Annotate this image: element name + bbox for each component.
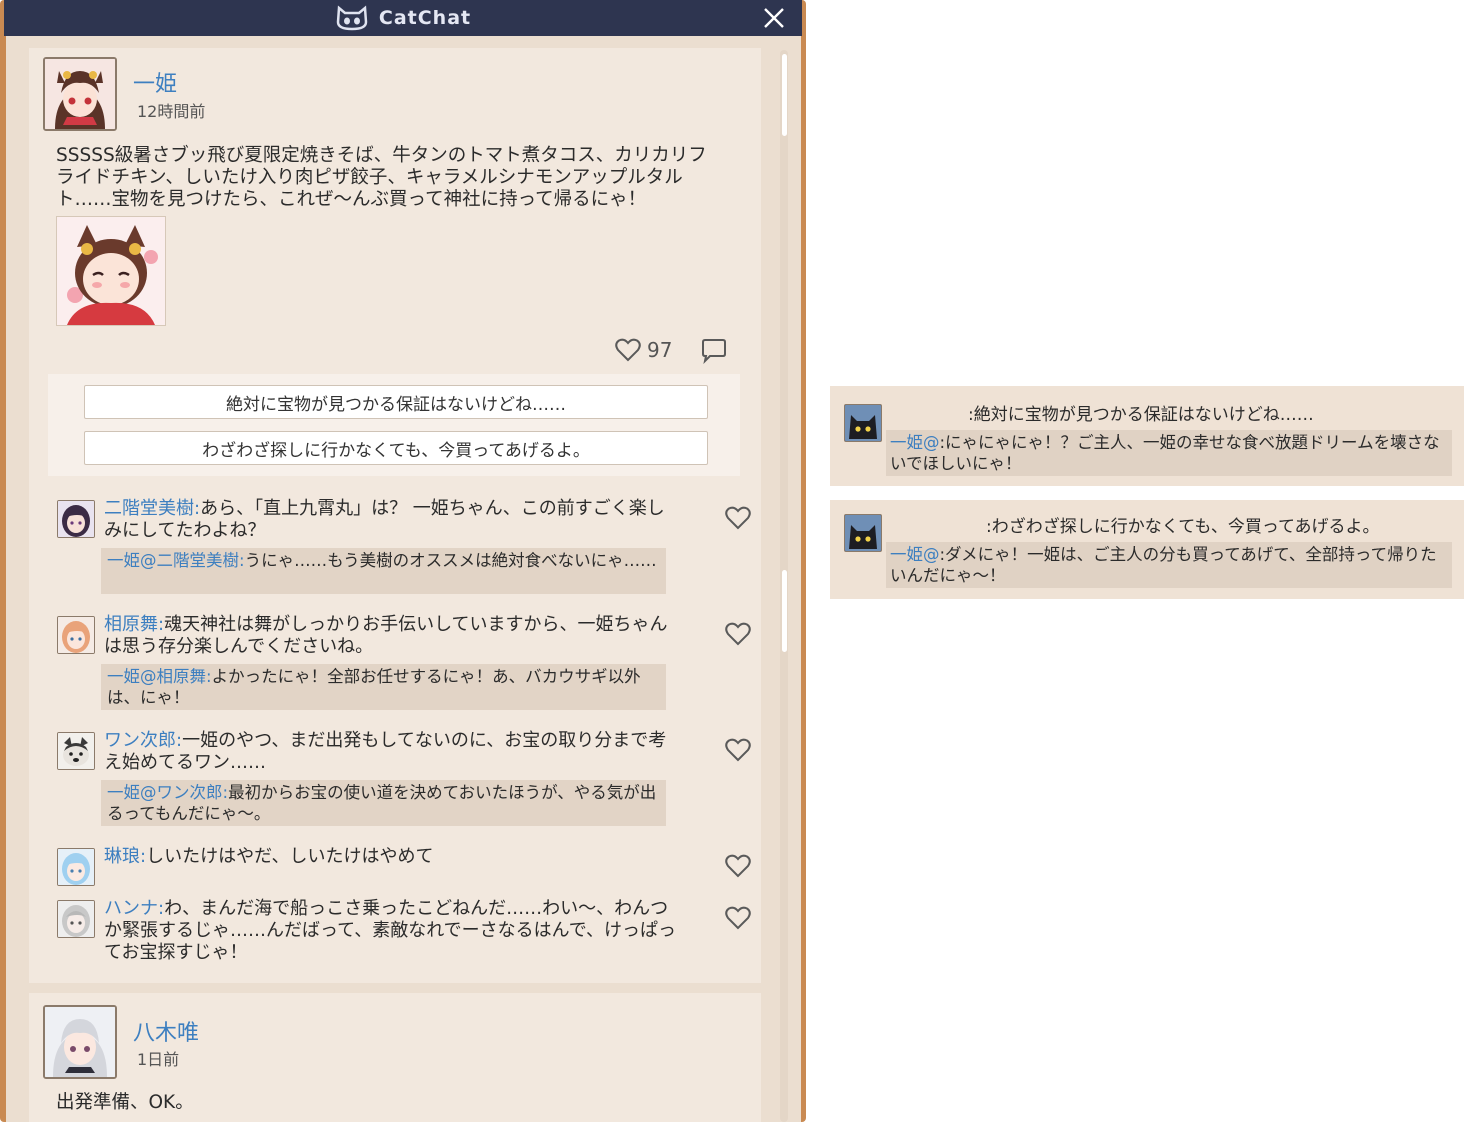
close-icon[interactable] [762, 6, 786, 30]
ichihime-avatar-icon [45, 59, 115, 129]
commenter-name[interactable]: 二階堂美樹: [104, 498, 200, 519]
comment-heart-icon[interactable] [725, 506, 751, 530]
linlang-avatar-icon [58, 849, 94, 885]
hanna-avatar-icon [58, 901, 94, 937]
heart-icon [615, 338, 641, 362]
comment-body: しいたけはやだ、しいたけはやめて [146, 846, 434, 867]
reply-name[interactable]: 一姫@二階堂美樹: [107, 551, 245, 570]
commenter-avatar[interactable] [57, 500, 95, 538]
comment-item: ワン次郎:一姫のやつ、まだ出発もしてないのに、お宝の取り分まで考え始めてるワン…… [57, 730, 751, 830]
commenter-avatar[interactable] [57, 900, 95, 938]
post-body: SSSSS級暑さブッ飛び夏限定焼きそば、牛タンのトマト煮タコス、カリカリフライド… [56, 145, 707, 210]
post-author[interactable]: 八木唯 [133, 1015, 199, 1047]
reply-option-2[interactable]: わざわざ探しに行かなくても、今買ってあげるよ。 [84, 431, 708, 465]
post-author[interactable]: 一姫 [133, 66, 177, 98]
comment-heart-icon[interactable] [725, 622, 751, 646]
miki-avatar-icon [58, 501, 94, 537]
comment-item: 琳琅:しいたけはやだ、しいたけはやめて [57, 846, 751, 890]
commenter-avatar[interactable] [57, 616, 95, 654]
chosen-reply: :わざわざ探しに行かなくても、今買ってあげるよ。 [986, 517, 1380, 537]
comment-text: ワン次郎:一姫のやつ、まだ出発もしてないのに、お宝の取り分まで考え始めてるワン…… [104, 730, 678, 774]
commenter-name[interactable]: 琳琅: [104, 846, 146, 867]
comment-reply: 一姫@ワン次郎:最初からお宝の使い道を決めておいたほうが、やる気が出るってもんだ… [101, 780, 666, 826]
comment-reply: 一姫@相原舞:よかったにゃ！全部お任せするにゃ！あ、バカウサギ以外は、にゃ！ [101, 664, 666, 710]
comment-body: 魂天神社は舞がしっかりお手伝いしていますから、一姫ちゃんは思う存分楽しんでくださ… [104, 614, 668, 657]
post-time: 1日前 [137, 1050, 180, 1069]
reply-name[interactable]: 一姫@相原舞: [107, 667, 212, 686]
comment-text: ハンナ:わ、まんだ海で船っこさ乗ったこどねんだ……わい～、わんつか緊張するじゃ…… [104, 898, 678, 964]
author-avatar[interactable] [43, 57, 117, 131]
comment-heart-icon[interactable] [725, 906, 751, 930]
black-cat-icon [845, 405, 881, 441]
comment-body: わ、まんだ海で船っこさ乗ったこどねんだ……わい～、わんつか緊張するじゃ……んだば… [104, 898, 677, 963]
comment-icon[interactable] [700, 338, 728, 364]
comment-text: 二階堂美樹:あら、「直上九霄丸」は？ 一姫ちゃん、この前すごく楽しみにしてたわよ… [104, 498, 678, 542]
commenter-avatar[interactable] [57, 848, 95, 886]
wanjiro-avatar-icon [58, 733, 94, 769]
comment-reply: 一姫@二階堂美樹:うにゃ……もう美樹のオススメは絶対食べないにゃ…… [101, 548, 666, 594]
reply-body: :ダメにゃ！一姫は、ご主人の分も買ってあげて、全部持って帰りたいんだにゃ～！ [890, 545, 1437, 585]
comment-body: 一姫のやつ、まだ出発もしてないのに、お宝の取り分まで考え始めてるワン…… [104, 730, 667, 773]
commenter-avatar[interactable] [57, 732, 95, 770]
reply-name[interactable]: 一姫@ [890, 433, 940, 452]
reply-body: うにゃ……もう美樹のオススメは絶対食べないにゃ…… [244, 551, 657, 570]
commenter-name[interactable]: ワン次郎: [104, 730, 182, 751]
black-cat-icon [845, 515, 881, 551]
mai-avatar-icon [58, 617, 94, 653]
reply-option-1[interactable]: 絶対に宝物が見つかる保証はないけどね…… [84, 385, 708, 419]
comment-heart-icon[interactable] [725, 738, 751, 762]
app-brand: CatChat [335, 5, 471, 31]
reply-name[interactable]: 一姫@ [890, 545, 940, 564]
scrollbar-thumb[interactable] [782, 54, 787, 136]
ichihime-sticker-icon [57, 217, 165, 325]
like-button[interactable]: 97 [615, 338, 672, 362]
chosen-reply: :絶対に宝物が見つかる保証はないけどね…… [968, 405, 1314, 425]
cat-logo-icon [336, 5, 368, 31]
player-cat-avatar [844, 404, 882, 442]
post-sticker-image[interactable] [56, 216, 166, 326]
yui-avatar-icon [45, 1007, 115, 1077]
comment-text: 相原舞:魂天神社は舞がしっかりお手伝いしていますから、一姫ちゃんは思う存分楽しん… [104, 614, 678, 658]
author-avatar[interactable] [43, 1005, 117, 1079]
post-body: 出発準備、OK。 [56, 1092, 194, 1113]
post-time: 12時間前 [137, 102, 206, 121]
commenter-name[interactable]: ハンナ: [104, 898, 164, 919]
like-count: 97 [647, 338, 673, 362]
app-title: CatChat [378, 7, 472, 29]
title-bar: CatChat [4, 0, 802, 36]
ichihime-response: 一姫@:ダメにゃ！一姫は、ご主人の分も買ってあげて、全部持って帰りたいんだにゃ～… [886, 542, 1452, 588]
post-card: 八木唯 1日前 出発準備、OK。 [29, 993, 761, 1122]
comment-item: ハンナ:わ、まんだ海で船っこさ乗ったこどねんだ……わい～、わんつか緊張するじゃ…… [57, 898, 751, 970]
reply-body: :にゃにゃにゃ！？ご主人、一姫の幸せな食べ放題ドリームを壊さないでほしいにゃ！ [890, 433, 1440, 473]
comment-heart-icon[interactable] [725, 854, 751, 878]
reply-options: 絶対に宝物が見つかる保証はないけどね…… わざわざ探しに行かなくても、今買ってあ… [48, 374, 740, 476]
scrollbar-thumb-secondary[interactable] [782, 570, 787, 652]
comment-item: 相原舞:魂天神社は舞がしっかりお手伝いしていますから、一姫ちゃんは思う存分楽しん… [57, 614, 751, 714]
comment-item: 二階堂美樹:あら、「直上九霄丸」は？ 一姫ちゃん、この前すごく楽しみにしてたわよ… [57, 498, 751, 598]
reply-preview-panel: :わざわざ探しに行かなくても、今買ってあげるよ。 一姫@:ダメにゃ！一姫は、ご主… [830, 500, 1464, 599]
reply-name[interactable]: 一姫@ワン次郎: [107, 783, 228, 802]
ichihime-response: 一姫@:にゃにゃにゃ！？ご主人、一姫の幸せな食べ放題ドリームを壊さないでほしいに… [886, 430, 1452, 476]
reply-preview-panel: :絶対に宝物が見つかる保証はないけどね…… 一姫@:にゃにゃにゃ！？ご主人、一姫… [830, 386, 1464, 486]
comment-text: 琳琅:しいたけはやだ、しいたけはやめて [104, 846, 678, 868]
player-cat-avatar [844, 514, 882, 552]
post-card: 一姫 12時間前 SSSSS級暑さブッ飛び夏限定焼きそば、牛タンのトマト煮タコス… [29, 48, 761, 983]
commenter-name[interactable]: 相原舞: [104, 614, 164, 635]
